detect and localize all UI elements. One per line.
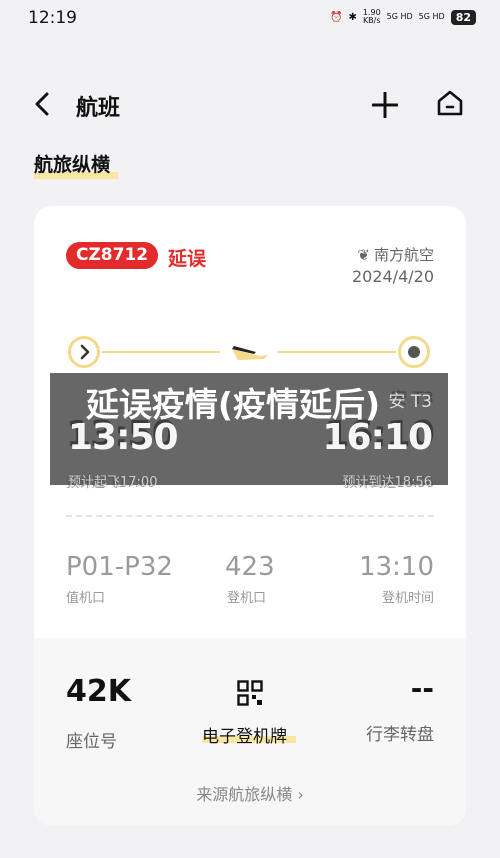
flight-date: 2024/4/20: [351, 267, 434, 286]
counter-label: 值机口: [66, 591, 106, 606]
overlay-caption: 延误疫情(疫情延后): [85, 385, 381, 424]
seat-label: 座位号: [66, 732, 117, 752]
gate-value: 423: [225, 552, 275, 582]
status-time: 12:19: [28, 8, 77, 28]
battery-icon: 82: [450, 9, 476, 25]
qr-code-icon[interactable]: [237, 680, 263, 706]
route-line: [278, 351, 396, 353]
counter-value: P01-P32: [66, 552, 173, 582]
route-line: [102, 351, 220, 353]
flight-status: 延误: [168, 248, 207, 270]
signal-1: 5G HD: [386, 12, 413, 21]
overlay-banner: 安 T3 13:50 16:10 预计起飞17:00 预计到达18:56 延误疫…: [50, 373, 448, 490]
airline: ❦ 南方航空: [357, 244, 434, 265]
departure-marker: [68, 336, 100, 368]
boarding-time-value: 13:10: [359, 552, 434, 582]
seat-value: 42K: [66, 674, 131, 709]
back-arrow-icon[interactable]: [32, 90, 52, 118]
boarding-time-label: 登机时间: [381, 591, 434, 606]
gate-label: 登机口: [227, 591, 267, 606]
overlay-departure-planned: 预计起飞17:00: [68, 475, 158, 490]
home-icon[interactable]: [436, 89, 464, 117]
arrival-dot: [408, 346, 420, 358]
chevron-right-icon: [80, 344, 90, 360]
arrival-marker: [398, 336, 430, 368]
brand-name: 航旅纵横: [34, 154, 111, 176]
flight-number-badge: CZ8712: [66, 242, 159, 269]
source-link[interactable]: 来源航旅纵横 ›: [34, 781, 466, 805]
airline-logo-icon: ❦: [357, 245, 370, 264]
status-indicators: ⏰ ✱ 1.90 KB/s 5G HD 5G HD 82: [330, 9, 476, 25]
bluetooth-icon: ✱: [348, 11, 357, 23]
baggage-belt-value: --: [410, 672, 434, 705]
signal-2: 5G HD: [418, 12, 445, 21]
flight-card[interactable]: CZ8712 延误 ❦ 南方航空 2024/4/20 安 T3 13:50 16…: [34, 206, 466, 826]
net-speed-unit: KB/s: [362, 16, 381, 25]
e-boarding-pass-link[interactable]: 电子登机牌: [202, 722, 287, 747]
divider: [66, 515, 434, 517]
page-title: 航班: [76, 96, 121, 121]
overlay-arrival-planned: 预计到达18:56: [342, 475, 432, 490]
status-bar: 12:19 ⏰ ✱ 1.90 KB/s 5G HD 5G HD 82: [0, 0, 500, 38]
alarm-icon: ⏰: [330, 11, 343, 23]
baggage-belt-label: 行李转盘: [366, 725, 434, 745]
plus-icon[interactable]: [372, 92, 398, 118]
net-speed: 1.90 KB/s: [363, 9, 381, 25]
plane-icon: [232, 346, 268, 360]
airline-name: 南方航空: [373, 246, 434, 264]
